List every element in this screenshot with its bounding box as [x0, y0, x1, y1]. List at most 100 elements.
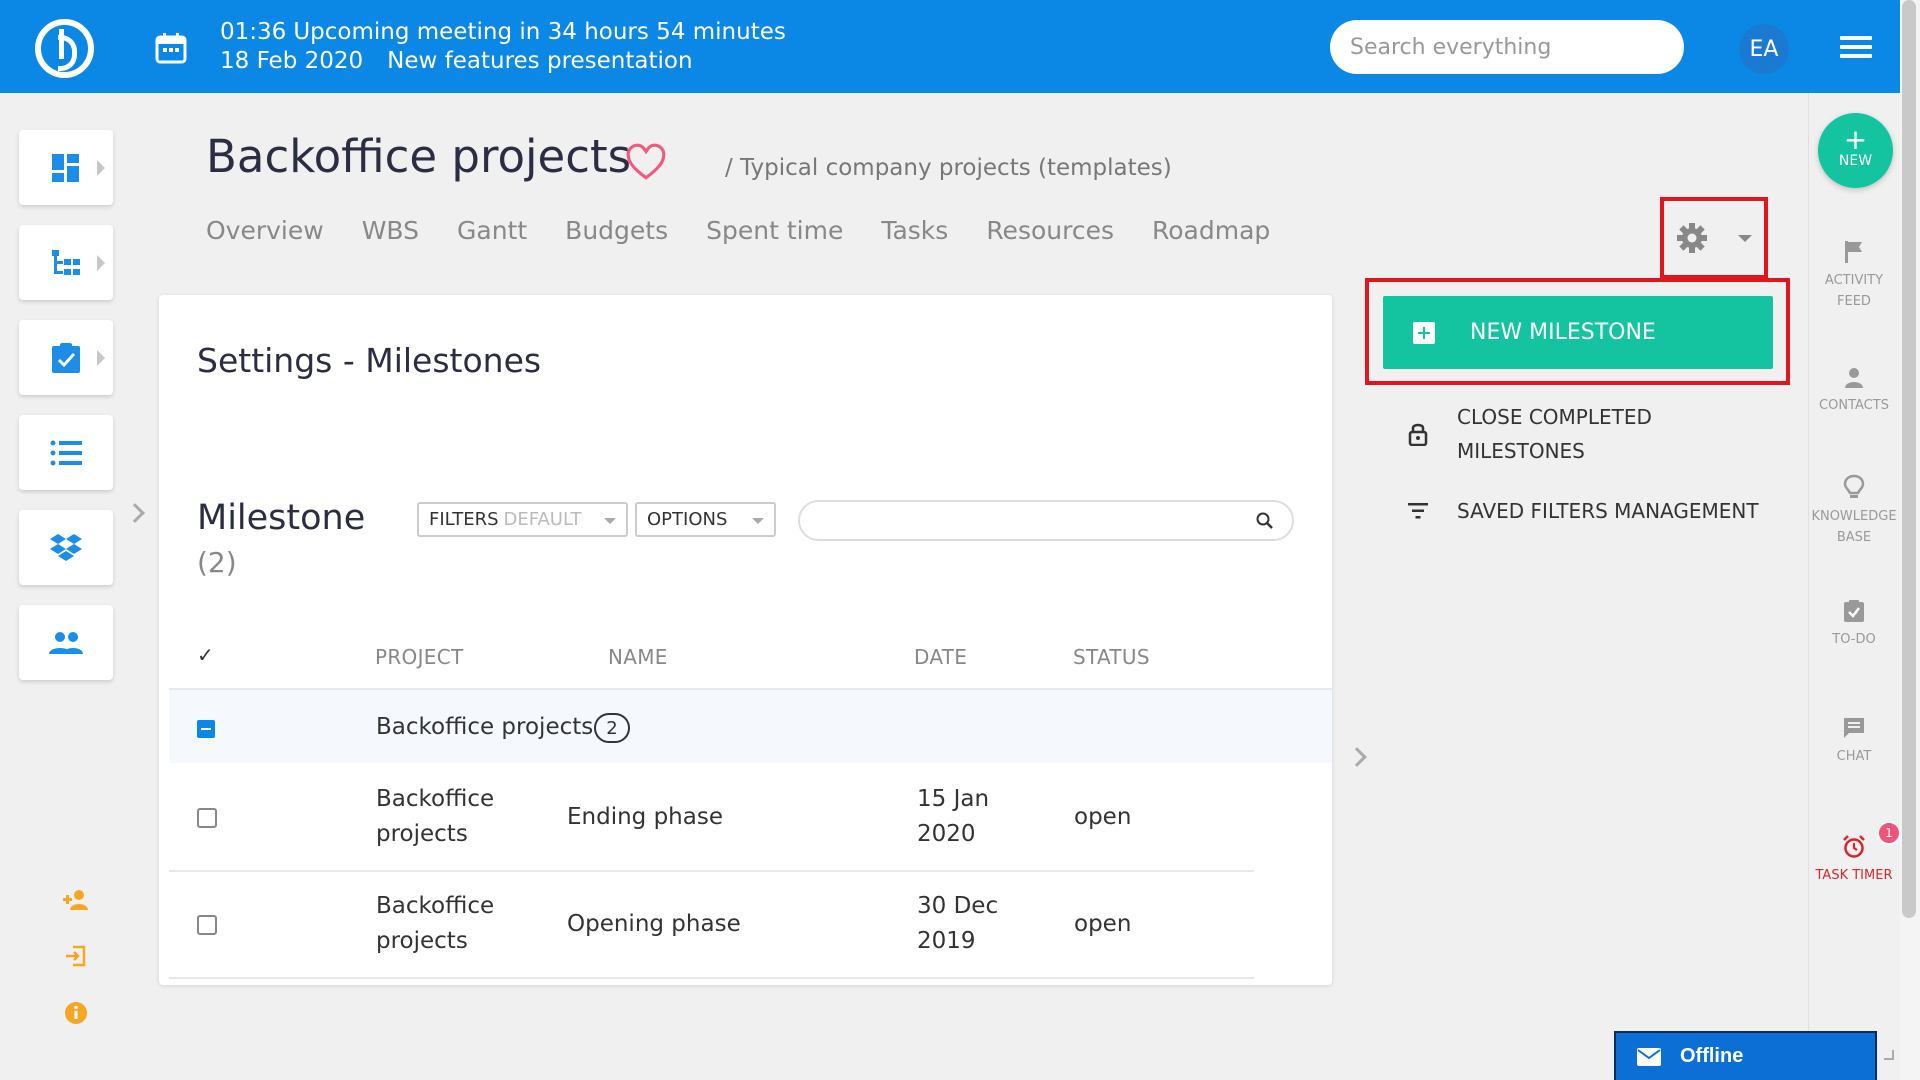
- app-logo[interactable]: [35, 19, 94, 78]
- select-all-header[interactable]: ✓: [197, 643, 214, 667]
- activity-label-2: FEED: [1837, 294, 1871, 309]
- meeting-date: 18 Feb 2020: [220, 48, 364, 74]
- column-header-date[interactable]: DATE: [914, 645, 967, 669]
- filter-icon: [1408, 503, 1428, 519]
- tab-roadmap[interactable]: Roadmap: [1152, 216, 1270, 245]
- top-bar: 01:36 Upcoming meeting in 34 hours 54 mi…: [0, 0, 1900, 93]
- saved-filters-label: SAVED FILTERS MANAGEMENT: [1457, 499, 1759, 523]
- row-name[interactable]: Ending phase: [567, 800, 723, 835]
- resize-handle-icon[interactable]: [1884, 1050, 1894, 1060]
- left-sidebar: [19, 130, 113, 700]
- tab-overview[interactable]: Overview: [206, 216, 324, 245]
- search-placeholder: Search everything: [1350, 34, 1552, 60]
- dashboard-button[interactable]: [19, 130, 113, 205]
- row-project-line2: projects: [376, 928, 468, 954]
- meeting-name: New features presentation: [387, 48, 693, 74]
- settings-menu-button[interactable]: [1660, 197, 1768, 279]
- group-row[interactable]: [169, 688, 1332, 763]
- new-milestone-button[interactable]: NEW MILESTONE: [1383, 296, 1773, 369]
- search-icon[interactable]: [1256, 512, 1274, 530]
- row-project-line1: Backoffice: [376, 786, 495, 812]
- chevron-down-icon: [604, 518, 616, 524]
- row-date-line2: 2020: [917, 821, 976, 847]
- row-checkbox[interactable]: [197, 808, 217, 828]
- new-item-button[interactable]: + NEW: [1818, 113, 1893, 188]
- page-title: Backoffice projects: [206, 130, 632, 183]
- offline-chat-widget[interactable]: Offline: [1614, 1031, 1877, 1080]
- global-search-input[interactable]: Search everything: [1330, 20, 1684, 74]
- close-completed-line1: CLOSE COMPLETED: [1457, 405, 1652, 429]
- menu-icon[interactable]: [1840, 36, 1872, 60]
- knowledge-base-link[interactable]: KNOWLEDGE BASE: [1808, 474, 1900, 548]
- row-date-line1: 15 Jan: [917, 786, 990, 812]
- table-row[interactable]: Backoffice projects Ending phase 15 Jan 20…: [169, 765, 1254, 872]
- clipboard-check-icon: [52, 342, 80, 373]
- filters-dropdown[interactable]: FILTERS DEFAULT: [417, 502, 628, 537]
- users-button[interactable]: [19, 605, 113, 680]
- scrollbar-thumb[interactable]: [1902, 0, 1916, 918]
- row-date-line1: 30 Dec: [917, 893, 999, 919]
- avatar[interactable]: EA: [1739, 24, 1789, 74]
- new-milestone-label: NEW MILESTONE: [1470, 320, 1656, 345]
- meeting-time: 01:36: [220, 19, 287, 45]
- users-icon: [49, 631, 83, 654]
- dropbox-button[interactable]: [19, 510, 113, 585]
- contacts-label: CONTACTS: [1819, 398, 1889, 413]
- favorite-heart-icon[interactable]: [625, 141, 667, 183]
- group-checkbox[interactable]: [197, 720, 215, 738]
- row-project-line2: projects: [376, 821, 468, 847]
- tab-resources[interactable]: Resources: [986, 216, 1114, 245]
- row-checkbox[interactable]: [197, 915, 217, 935]
- gear-icon: [1677, 223, 1707, 253]
- table-row[interactable]: Backoffice projects Opening phase 30 Dec 2…: [169, 872, 1254, 979]
- column-header-status[interactable]: STATUS: [1073, 645, 1150, 669]
- tab-budgets[interactable]: Budgets: [565, 216, 668, 245]
- task-timer-label: TASK TIMER: [1815, 868, 1893, 883]
- filters-value: DEFAULT: [503, 509, 582, 530]
- row-date: 30 Dec 2019: [917, 889, 998, 959]
- dashboard-icon: [52, 153, 79, 182]
- row-date-line2: 2019: [917, 928, 976, 954]
- activity-label-1: ACTIVITY: [1824, 273, 1884, 288]
- column-header-project[interactable]: PROJECT: [375, 645, 464, 669]
- calendar-icon[interactable]: [155, 32, 187, 64]
- options-dropdown[interactable]: OPTIONS: [635, 502, 776, 537]
- upcoming-meeting[interactable]: 01:36 Upcoming meeting in 34 hours 54 mi…: [220, 18, 786, 76]
- breadcrumb[interactable]: / Typical company projects (templates): [725, 155, 1172, 181]
- page-scrollbar[interactable]: [1900, 0, 1920, 1080]
- info-icon[interactable]: [60, 997, 92, 1029]
- column-header-name[interactable]: NAME: [608, 645, 668, 669]
- project-tabs: Overview WBS Gantt Budgets Spent time Ta…: [206, 216, 1308, 245]
- left-expand-chevron-icon[interactable]: [125, 503, 145, 523]
- clipboard-check-icon: [1844, 600, 1864, 622]
- chevron-down-icon: [752, 518, 764, 524]
- list-search-input[interactable]: [798, 500, 1294, 541]
- list-button[interactable]: [19, 415, 113, 490]
- new-label: NEW: [1838, 153, 1873, 169]
- card-title: Settings - Milestones: [197, 341, 542, 380]
- plus-icon: +: [1843, 123, 1868, 156]
- project-tree-button[interactable]: [19, 225, 113, 300]
- saved-filters-management-link[interactable]: SAVED FILTERS MANAGEMENT: [1400, 494, 1820, 528]
- contacts-link[interactable]: CONTACTS: [1808, 367, 1900, 416]
- activity-feed-link[interactable]: ACTIVITY FEED: [1808, 240, 1900, 312]
- chat-link[interactable]: CHAT: [1808, 716, 1900, 767]
- sign-in-icon[interactable]: [60, 940, 92, 972]
- todo-link[interactable]: TO-DO: [1808, 599, 1900, 650]
- lock-icon: [1408, 423, 1428, 446]
- row-name[interactable]: Opening phase: [567, 907, 741, 942]
- tab-tasks[interactable]: Tasks: [881, 216, 948, 245]
- sidebar-toggle-chevron-icon[interactable]: [1347, 747, 1367, 767]
- tasks-button[interactable]: [19, 320, 113, 395]
- add-user-icon[interactable]: [60, 884, 92, 916]
- filters-label: FILTERS: [429, 509, 499, 530]
- person-icon: [1845, 368, 1863, 388]
- lightbulb-icon: [1843, 474, 1865, 498]
- chat-icon: [1844, 718, 1864, 738]
- tab-wbs[interactable]: WBS: [362, 216, 419, 245]
- tab-spent-time[interactable]: Spent time: [706, 216, 843, 245]
- new-milestone-highlight: NEW MILESTONE: [1365, 278, 1790, 385]
- tab-gantt[interactable]: Gantt: [457, 216, 527, 245]
- group-count-badge: 2: [594, 713, 630, 743]
- close-completed-milestones-link[interactable]: CLOSE COMPLETED MILESTONES: [1400, 400, 1820, 470]
